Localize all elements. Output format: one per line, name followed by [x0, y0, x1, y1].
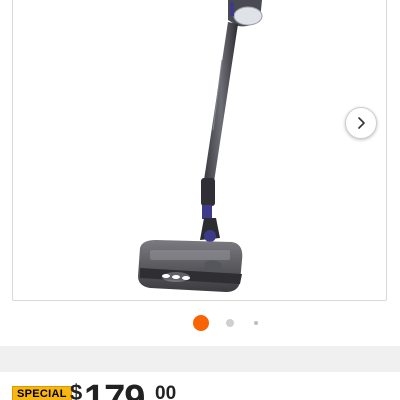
image-pagination-dots: [0, 314, 400, 332]
price-cents: 00: [155, 383, 177, 400]
price-whole: 179: [84, 378, 145, 400]
pagination-dot[interactable]: [226, 319, 234, 327]
vacuum-neck: [201, 178, 215, 206]
pagination-dot-active[interactable]: [193, 315, 209, 331]
vacuum-wand: [204, 22, 238, 182]
vacuum-floor-head: [138, 240, 243, 292]
vacuum-dust-bin: [233, 6, 263, 26]
pagination-dot[interactable]: [254, 321, 258, 325]
chevron-right-icon: [358, 117, 365, 129]
next-image-button[interactable]: [345, 107, 377, 139]
product-image[interactable]: [0, 0, 400, 300]
section-divider: [0, 346, 400, 372]
price-currency: $: [70, 380, 83, 400]
special-badge: SPECIAL: [12, 386, 72, 400]
price-section: SPECIAL $ 179 00: [0, 372, 400, 400]
